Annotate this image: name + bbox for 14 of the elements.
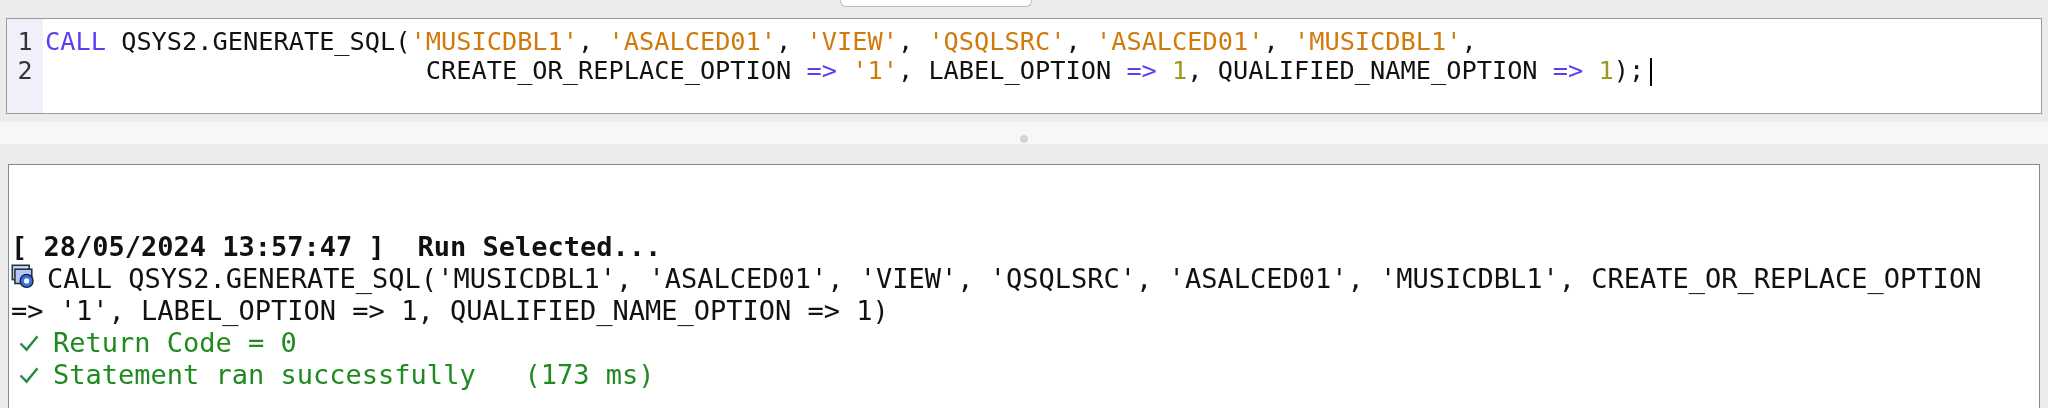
sql-gear-icon xyxy=(11,264,37,290)
success-message: Return Code = 0 xyxy=(53,327,297,359)
code-line: CALL QSYS2.GENERATE_SQL('MUSICDBL1', 'ASALCED01', 'VIEW', 'QSQLSRC', 'ASALCED01', 'MUSICDBL1', xyxy=(45,27,1478,56)
run-header: [ 28/05/2024 13:57:47 ] Run Selected... xyxy=(11,231,662,263)
code-line: CREATE_OR_REPLACE_OPTION => '1', LABEL_OPTION => 1, QUALIFIED_NAME_OPTION => 1); xyxy=(45,56,1652,86)
executed-statement: CALL QSYS2.GENERATE_SQL('MUSICDBL1', 'ASALCED01', 'VIEW', 'QSQLSRC', 'ASALCED01', 'MUSICDBL1', CREATE_OR_REPLACE_OPTION => '1', LABEL_OPTION => 1, QUALIFIED_NAME_OPTION => 1) xyxy=(11,263,1982,327)
success-message: Statement ran successfully (173 ms) xyxy=(53,359,655,391)
check-icon xyxy=(19,366,39,384)
splitter-handle[interactable] xyxy=(1020,135,1028,143)
line-number: 1 xyxy=(16,27,34,56)
sql-editor[interactable]: 1 2 CALL QSYS2.GENERATE_SQL('MUSICDBL1', 'ASALCED01', 'VIEW', 'QSQLSRC', 'ASALCED01', 'MUSICDBL1', CREATE_OR_REPLACE_OPTION => '1', LABEL_OPTION => 1, QUALIFIED_NAME_OPTION => 1); xyxy=(6,18,2042,114)
line-number: 2 xyxy=(16,56,34,85)
check-icon xyxy=(19,334,39,352)
text-cursor xyxy=(1650,58,1652,86)
